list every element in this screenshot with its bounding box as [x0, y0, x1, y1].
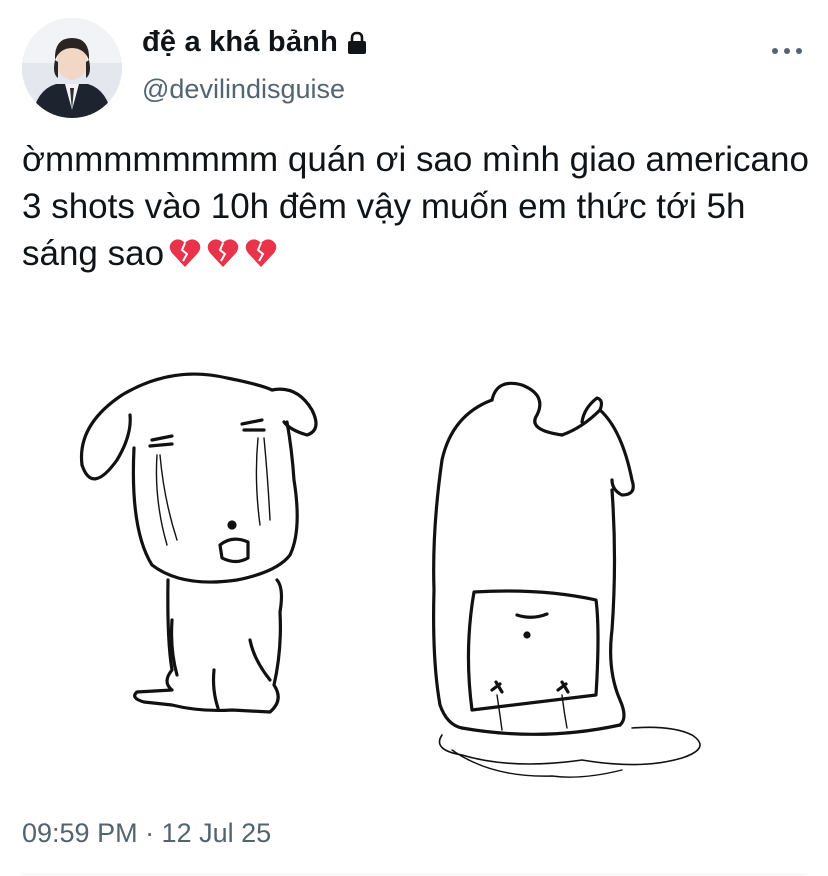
tweet-timestamp[interactable]: 09:59 PM · 12 Jul 25: [22, 818, 271, 849]
tweet-text: ờmmmmmmmm quán ơi sao mình giao american…: [22, 136, 812, 277]
divider: [22, 874, 806, 875]
broken-heart-emoji-2: [206, 235, 240, 269]
handstand-dog-illustration: [432, 381, 701, 778]
user-handle[interactable]: @devilindisguise: [142, 74, 345, 105]
broken-heart-emoji-1: [168, 235, 202, 269]
author-name-row[interactable]: đệ a khá bảnh: [142, 26, 368, 59]
avatar-photo: [22, 18, 122, 118]
sad-dog-illustration: [79, 372, 318, 714]
lock-icon: [348, 31, 366, 54]
tweet-body: ờmmmmmmmm quán ơi sao mình giao american…: [22, 140, 819, 273]
avatar[interactable]: [22, 18, 122, 118]
broken-heart-emoji-3: [244, 235, 278, 269]
display-name[interactable]: đệ a khá bảnh: [142, 26, 338, 59]
more-horizontal-icon[interactable]: [772, 44, 802, 58]
tweet-media-image[interactable]: [22, 330, 812, 800]
